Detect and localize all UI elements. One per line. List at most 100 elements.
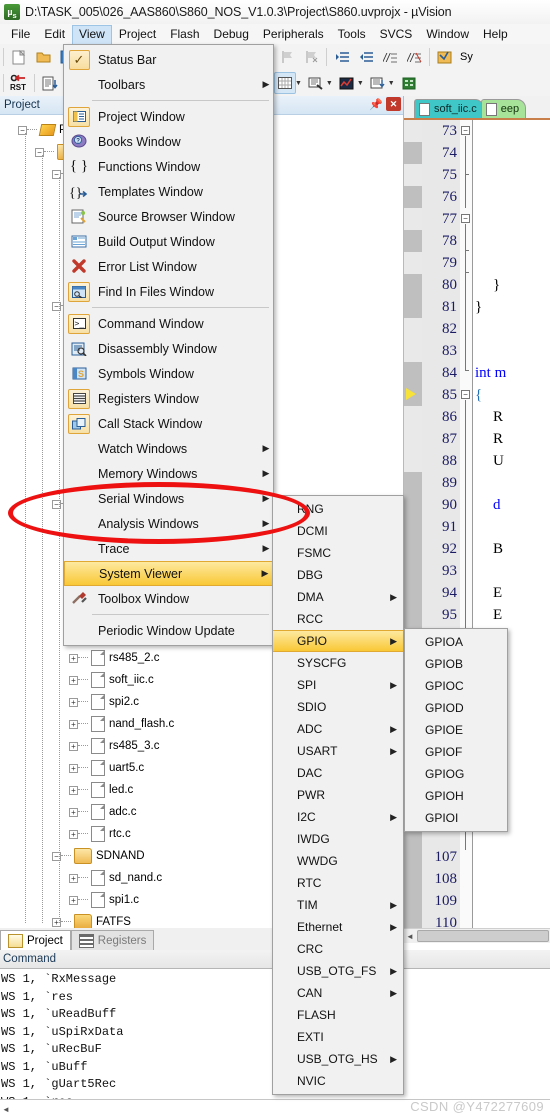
sv-item-sdio[interactable]: SDIO [273, 696, 403, 718]
menu-item-disassembly-window[interactable]: Disassembly Window [64, 336, 273, 361]
comment-lines-icon[interactable]: // [379, 46, 401, 68]
sv-item-can[interactable]: CAN ▶ [273, 982, 403, 1004]
tree-expander[interactable]: + [69, 719, 78, 729]
menu-item-svcs[interactable]: SVCS [373, 25, 420, 44]
chevron-down-icon[interactable]: ▼ [357, 80, 364, 87]
tree-expander[interactable]: + [69, 873, 78, 883]
editor-horizontal-scrollbar[interactable]: ◄ [404, 928, 550, 943]
menu-item-flash[interactable]: Flash [163, 25, 206, 44]
reset-cpu-icon[interactable]: RST [8, 72, 30, 94]
bookmark-clear-icon[interactable] [300, 46, 322, 68]
editor-tab-eeprom[interactable]: eep [480, 99, 527, 118]
tree-expander[interactable]: + [69, 763, 78, 773]
uncomment-lines-icon[interactable]: // [403, 46, 425, 68]
gpio-item-gpiob[interactable]: GPIOB [405, 653, 507, 675]
sv-item-dcmi[interactable]: DCMI [273, 520, 403, 542]
menu-item-toolbox-window[interactable]: Toolbox Window [64, 586, 273, 611]
tree-expander[interactable]: + [69, 697, 78, 707]
sv-item-i2c[interactable]: I2C ▶ [273, 806, 403, 828]
system-viewer-toolbar-icon[interactable] [398, 72, 420, 94]
menu-item-periodic-window-update[interactable]: Periodic Window Update [64, 618, 273, 643]
menu-item-source-browser-window[interactable]: Source Browser Window [64, 204, 273, 229]
open-file-icon[interactable] [32, 46, 54, 68]
indent-increase-icon[interactable] [331, 46, 353, 68]
sv-item-exti[interactable]: EXTI [273, 1026, 403, 1048]
menu-item-system-viewer[interactable]: System Viewer ▶ [64, 561, 273, 586]
menu-item-templates-window[interactable]: {} Templates Window [64, 179, 273, 204]
trace-window-icon[interactable] [367, 72, 389, 94]
sv-item-tim[interactable]: TIM ▶ [273, 894, 403, 916]
gpio-item-gpiof[interactable]: GPIOF [405, 741, 507, 763]
sv-item-rtc[interactable]: RTC [273, 872, 403, 894]
menu-bar[interactable]: File Edit View Project Flash Debug Perip… [0, 24, 550, 44]
analysis-window-icon[interactable] [336, 72, 358, 94]
menu-item-watch-windows[interactable]: Watch Windows ▶ [64, 436, 273, 461]
fold-toggle-icon[interactable]: − [461, 126, 470, 135]
fold-toggle-icon[interactable]: − [461, 214, 470, 223]
tree-expander[interactable]: + [69, 895, 78, 905]
gpio-item-gpiog[interactable]: GPIOG [405, 763, 507, 785]
menu-item-trace[interactable]: Trace ▶ [64, 536, 273, 561]
sv-item-fsmc[interactable]: FSMC [273, 542, 403, 564]
menu-item-view[interactable]: View [72, 24, 112, 44]
tree-expander[interactable]: + [69, 785, 78, 795]
sv-item-spi[interactable]: SPI ▶ [273, 674, 403, 696]
tree-expander[interactable]: + [69, 807, 78, 817]
menu-item-file[interactable]: File [4, 25, 37, 44]
menu-item-error-list-window[interactable]: Error List Window [64, 254, 273, 279]
view-dropdown-menu[interactable]: ✓ Status Bar Toolbars ▶ Project Window ?… [63, 44, 274, 646]
tree-expander[interactable]: + [69, 675, 78, 685]
tree-expander[interactable]: + [69, 741, 78, 751]
sv-item-iwdg[interactable]: IWDG [273, 828, 403, 850]
gpio-item-gpiod[interactable]: GPIOD [405, 697, 507, 719]
menu-item-project[interactable]: Project [112, 25, 163, 44]
memory-window-icon[interactable] [273, 72, 296, 94]
gpio-item-gpioa[interactable]: GPIOA [405, 631, 507, 653]
menu-item-symbols-window[interactable]: S Symbols Window [64, 361, 273, 386]
sv-item-dac[interactable]: DAC [273, 762, 403, 784]
menu-item-edit[interactable]: Edit [37, 25, 72, 44]
system-viewer-submenu[interactable]: RNG DCMI FSMC DBG DMA ▶ RCC GPIO ▶ SYSCFG … [272, 495, 404, 1095]
sv-item-rcc[interactable]: RCC [273, 608, 403, 630]
run-to-line-icon[interactable] [39, 72, 61, 94]
sv-item-syscfg[interactable]: SYSCFG [273, 652, 403, 674]
sv-item-wwdg[interactable]: WWDG [273, 850, 403, 872]
new-file-icon[interactable] [8, 46, 30, 68]
gpio-item-gpioi[interactable]: GPIOI [405, 807, 507, 829]
serial-window-icon[interactable] [305, 72, 327, 94]
editor-tab-soft-iic[interactable]: soft_iic.c [414, 99, 484, 118]
scroll-thumb[interactable] [417, 930, 549, 942]
menu-item-project-window[interactable]: Project Window [64, 104, 273, 129]
fold-toggle-icon[interactable]: − [461, 390, 470, 399]
menu-item-tools[interactable]: Tools [331, 25, 373, 44]
close-icon[interactable]: ✕ [386, 97, 401, 111]
menu-item-debug[interactable]: Debug [207, 25, 256, 44]
sv-item-nvic[interactable]: NVIC [273, 1070, 403, 1092]
sv-item-flash[interactable]: FLASH [273, 1004, 403, 1026]
tree-expander[interactable]: + [69, 829, 78, 839]
chevron-down-icon[interactable]: ▼ [326, 80, 333, 87]
menu-item-call-stack-window[interactable]: Call Stack Window [64, 411, 273, 436]
menu-item-registers-window[interactable]: Registers Window [64, 386, 273, 411]
gpio-item-gpioe[interactable]: GPIOE [405, 719, 507, 741]
menu-item-books-window[interactable]: ? Books Window [64, 129, 273, 154]
configuration-wizard-icon[interactable] [434, 46, 456, 68]
menu-item-functions-window[interactable]: { } Functions Window [64, 154, 273, 179]
menu-item-command-window[interactable]: >_ Command Window [64, 311, 273, 336]
menu-item-find-in-files-window[interactable]: Find In Files Window [64, 279, 273, 304]
sv-item-pwr[interactable]: PWR [273, 784, 403, 806]
sv-item-usb-otg-fs[interactable]: USB_OTG_FS ▶ [273, 960, 403, 982]
menu-item-window[interactable]: Window [419, 25, 476, 44]
scroll-left-icon[interactable]: ◄ [0, 1105, 12, 1114]
sv-item-usb-otg-hs[interactable]: USB_OTG_HS ▶ [273, 1048, 403, 1070]
chevron-down-icon[interactable]: ▼ [295, 80, 302, 87]
editor-tab-bar[interactable]: soft_iic.c eep [404, 96, 550, 120]
menu-item-peripherals[interactable]: Peripherals [256, 25, 331, 44]
tab-project[interactable]: Project [0, 930, 71, 950]
menu-item-status-bar[interactable]: ✓ Status Bar [64, 47, 273, 72]
menu-item-serial-windows[interactable]: Serial Windows ▶ [64, 486, 273, 511]
sv-item-rng[interactable]: RNG [273, 498, 403, 520]
menu-item-memory-windows[interactable]: Memory Windows ▶ [64, 461, 273, 486]
chevron-down-icon[interactable]: ▼ [388, 80, 395, 87]
menu-item-help[interactable]: Help [476, 25, 515, 44]
